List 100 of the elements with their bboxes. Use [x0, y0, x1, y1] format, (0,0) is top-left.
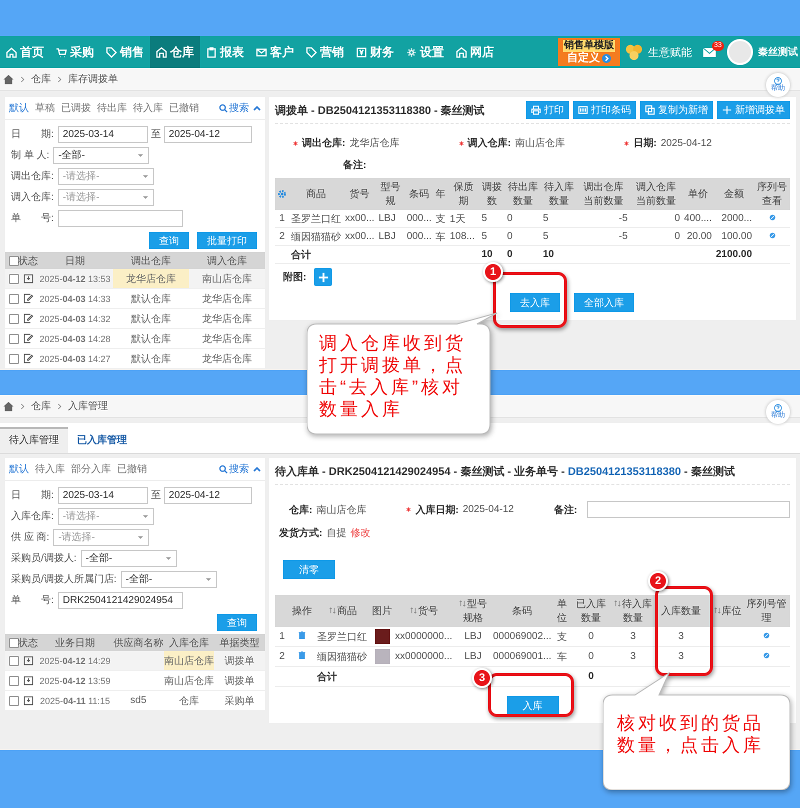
clear-button[interactable]: 清零: [283, 560, 335, 579]
date-field[interactable]: 2025-03-14: [58, 486, 148, 504]
nav-item[interactable]: 采购: [50, 36, 100, 68]
house-icon: [456, 46, 467, 58]
breadcrumb-item[interactable]: 仓库: [31, 72, 51, 86]
query-button[interactable]: 查询: [217, 614, 257, 631]
empower-link[interactable]: 生意赋能: [648, 44, 692, 60]
filter-tab[interactable]: 已调拨: [61, 101, 91, 115]
circle-slash-icon[interactable]: [768, 214, 776, 221]
trash-icon[interactable]: [298, 631, 306, 639]
toolbar-button[interactable]: 打印: [526, 101, 569, 119]
list-row[interactable]: 2025-04-03 14:28 默认仓库 龙华店仓库: [5, 329, 265, 349]
circle-slash-icon[interactable]: [768, 232, 776, 239]
trash-icon[interactable]: [298, 651, 306, 659]
checkbox[interactable]: [9, 696, 19, 706]
user-name[interactable]: 秦丝测试: [758, 45, 798, 59]
caret-up-icon[interactable]: [253, 466, 261, 472]
action-button[interactable]: 查询: [149, 232, 189, 249]
checkbox[interactable]: [9, 676, 19, 686]
checkbox[interactable]: [9, 638, 19, 648]
avatar[interactable]: [727, 39, 753, 65]
text-field[interactable]: [58, 210, 183, 226]
action-button[interactable]: 去入库: [510, 293, 560, 312]
list-row[interactable]: 2025-04-03 14:27 默认仓库 龙华店仓库: [5, 349, 265, 369]
nav-item[interactable]: 首页: [0, 36, 50, 68]
date-field[interactable]: 2025-04-12: [164, 486, 252, 504]
gear-icon[interactable]: [277, 189, 287, 199]
date-field[interactable]: 2025-03-14: [58, 126, 148, 142]
select-field[interactable]: -请选择-: [58, 508, 154, 524]
checkbox[interactable]: [9, 314, 19, 324]
checkbox[interactable]: [9, 354, 19, 364]
checkbox[interactable]: [9, 294, 19, 304]
select-field[interactable]: -请选择-: [58, 188, 154, 206]
filter-tab[interactable]: 待入库: [133, 101, 163, 115]
quantity-cell[interactable]: 3: [655, 646, 707, 666]
list-row[interactable]: 2025-04-03 14:32 默认仓库 龙华店仓库: [5, 309, 265, 329]
total-value: 10: [542, 249, 554, 260]
order-number-link[interactable]: DB2504121353118380: [568, 466, 681, 478]
action-button[interactable]: 全部入库: [574, 293, 634, 312]
toolbar-button[interactable]: 新增调拨单: [717, 101, 790, 119]
checkbox[interactable]: [9, 334, 19, 344]
home-icon[interactable]: [3, 74, 14, 84]
nav-item[interactable]: 网店: [450, 36, 500, 68]
envelope-icon[interactable]: [703, 48, 716, 56]
filter-tab[interactable]: 部分入库: [71, 462, 111, 476]
remark-field[interactable]: [587, 501, 790, 518]
checkbox[interactable]: [9, 656, 19, 666]
nav-item[interactable]: 销售: [100, 36, 150, 68]
tab[interactable]: 待入库管理: [0, 427, 68, 453]
add-image-button[interactable]: [314, 268, 332, 286]
nav-item[interactable]: 仓库: [150, 36, 200, 68]
sort-icon[interactable]: [459, 600, 466, 607]
nav-item[interactable]: 财务: [350, 36, 400, 68]
filter-tab[interactable]: 默认: [9, 101, 29, 115]
quantity-cell[interactable]: 3: [655, 627, 707, 646]
filter-tab[interactable]: 草稿: [35, 101, 55, 115]
select-field[interactable]: -全部-: [120, 570, 217, 588]
tab[interactable]: 已入库管理: [68, 429, 136, 453]
checkbox[interactable]: [9, 256, 19, 266]
filter-tab[interactable]: 已撤销: [117, 462, 147, 476]
list-row[interactable]: 2025-04-12 14:29 南山店仓库 调拨单: [5, 651, 265, 671]
toolbar-button[interactable]: 打印条码: [573, 101, 636, 119]
caret-up-icon[interactable]: [253, 105, 261, 111]
sort-icon[interactable]: [714, 607, 720, 614]
breadcrumb-item[interactable]: 库存调拨单: [68, 72, 118, 86]
list-row[interactable]: 2025-04-03 14:33 默认仓库 龙华店仓库: [5, 289, 265, 309]
list-row[interactable]: 2025-04-12 13:59 南山店仓库 调拨单: [5, 671, 265, 691]
nav-item[interactable]: 营销: [300, 36, 350, 68]
circle-slash-icon[interactable]: [763, 652, 770, 659]
date-field[interactable]: 2025-04-12: [164, 126, 252, 142]
toolbar-button[interactable]: 复制为新增: [640, 101, 713, 119]
sort-icon[interactable]: [329, 607, 336, 614]
action-button[interactable]: 批量打印: [197, 232, 257, 249]
filter-tab[interactable]: 默认: [9, 462, 29, 476]
table-cell: 20.00: [682, 228, 714, 246]
text-field[interactable]: DRK2504121429024954: [58, 592, 183, 608]
breadcrumb-item[interactable]: 入库管理: [68, 399, 108, 413]
select-field[interactable]: -请选择-: [53, 528, 150, 546]
stock-in-button[interactable]: 入库: [506, 696, 558, 715]
filter-tab[interactable]: 已撤销: [169, 101, 199, 115]
search-link[interactable]: 搜索: [219, 101, 249, 115]
nav-item[interactable]: 客户: [250, 36, 300, 68]
filter-tab[interactable]: 待入库: [35, 462, 65, 476]
breadcrumb-item[interactable]: 仓库: [31, 399, 51, 413]
sort-icon[interactable]: [410, 607, 417, 614]
list-row[interactable]: 2025-04-11 11:15 sd5 仓库 采购单: [5, 691, 265, 711]
nav-item[interactable]: 报表: [200, 36, 250, 68]
home-icon[interactable]: [3, 400, 14, 412]
edit-link[interactable]: 修改: [350, 526, 370, 540]
list-row[interactable]: 2025-04-12 13:53 龙华店仓库 南山店仓库: [5, 269, 265, 289]
sort-icon[interactable]: [614, 600, 621, 607]
promo-banner[interactable]: 销售单模版 自定义: [558, 38, 620, 66]
checkbox[interactable]: [9, 274, 19, 284]
select-field[interactable]: -全部-: [53, 146, 150, 164]
filter-tab[interactable]: 待出库: [97, 101, 127, 115]
select-field[interactable]: -请选择-: [58, 168, 154, 184]
circle-slash-icon[interactable]: [763, 632, 770, 639]
select-field[interactable]: -全部-: [80, 550, 177, 566]
search-link[interactable]: 搜索: [219, 462, 249, 476]
nav-item[interactable]: 设置: [400, 36, 450, 68]
